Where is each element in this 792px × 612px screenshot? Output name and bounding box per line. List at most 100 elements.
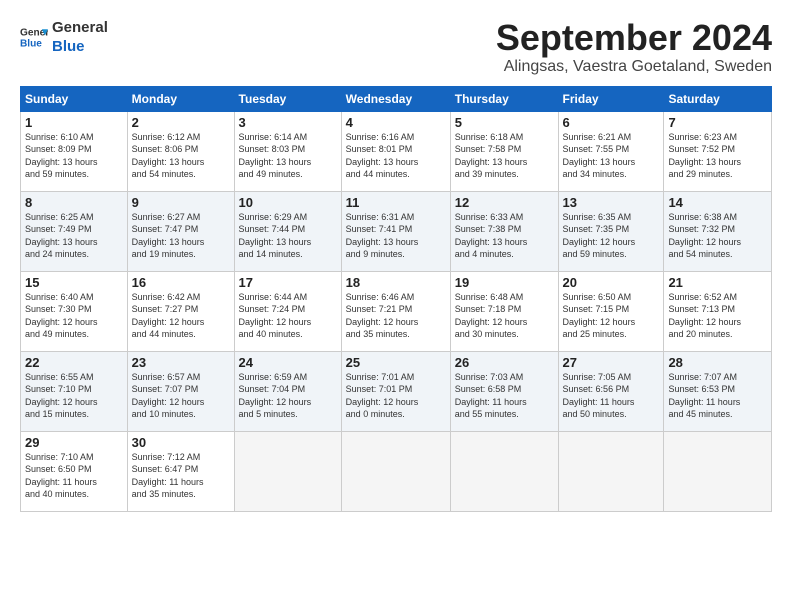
day-number: 1 <box>25 115 123 130</box>
day-number: 14 <box>668 195 767 210</box>
location: Alingsas, Vaestra Goetaland, Sweden <box>496 58 772 76</box>
calendar-cell: 7Sunrise: 6:23 AM Sunset: 7:52 PM Daylig… <box>664 111 772 191</box>
day-info: Sunrise: 7:07 AM Sunset: 6:53 PM Dayligh… <box>668 371 767 421</box>
page: General Blue General Blue September 2024… <box>0 0 792 612</box>
day-number: 11 <box>346 195 446 210</box>
day-number: 19 <box>455 275 554 290</box>
day-number: 24 <box>239 355 337 370</box>
logo: General Blue General Blue <box>20 18 108 56</box>
calendar-week-row: 29Sunrise: 7:10 AM Sunset: 6:50 PM Dayli… <box>21 431 772 511</box>
day-number: 10 <box>239 195 337 210</box>
day-number: 20 <box>563 275 660 290</box>
day-info: Sunrise: 6:33 AM Sunset: 7:38 PM Dayligh… <box>455 211 554 261</box>
weekday-header-row: Sunday Monday Tuesday Wednesday Thursday… <box>21 86 772 111</box>
logo-icon: General Blue <box>20 23 48 51</box>
day-number: 30 <box>132 435 230 450</box>
calendar-cell: 20Sunrise: 6:50 AM Sunset: 7:15 PM Dayli… <box>558 271 664 351</box>
day-info: Sunrise: 6:46 AM Sunset: 7:21 PM Dayligh… <box>346 291 446 341</box>
header-monday: Monday <box>127 86 234 111</box>
day-info: Sunrise: 6:57 AM Sunset: 7:07 PM Dayligh… <box>132 371 230 421</box>
day-info: Sunrise: 6:10 AM Sunset: 8:09 PM Dayligh… <box>25 131 123 181</box>
calendar-cell: 29Sunrise: 7:10 AM Sunset: 6:50 PM Dayli… <box>21 431 128 511</box>
day-info: Sunrise: 7:01 AM Sunset: 7:01 PM Dayligh… <box>346 371 446 421</box>
calendar-cell <box>664 431 772 511</box>
day-info: Sunrise: 6:50 AM Sunset: 7:15 PM Dayligh… <box>563 291 660 341</box>
day-number: 9 <box>132 195 230 210</box>
calendar-cell <box>558 431 664 511</box>
day-info: Sunrise: 6:25 AM Sunset: 7:49 PM Dayligh… <box>25 211 123 261</box>
calendar-week-row: 1Sunrise: 6:10 AM Sunset: 8:09 PM Daylig… <box>21 111 772 191</box>
day-number: 26 <box>455 355 554 370</box>
day-number: 4 <box>346 115 446 130</box>
calendar-cell: 13Sunrise: 6:35 AM Sunset: 7:35 PM Dayli… <box>558 191 664 271</box>
day-number: 29 <box>25 435 123 450</box>
calendar-cell <box>234 431 341 511</box>
day-info: Sunrise: 6:31 AM Sunset: 7:41 PM Dayligh… <box>346 211 446 261</box>
logo-blue: Blue <box>52 38 85 55</box>
day-number: 12 <box>455 195 554 210</box>
header-friday: Friday <box>558 86 664 111</box>
day-info: Sunrise: 6:44 AM Sunset: 7:24 PM Dayligh… <box>239 291 337 341</box>
day-number: 13 <box>563 195 660 210</box>
calendar-cell: 19Sunrise: 6:48 AM Sunset: 7:18 PM Dayli… <box>450 271 558 351</box>
day-info: Sunrise: 7:03 AM Sunset: 6:58 PM Dayligh… <box>455 371 554 421</box>
title-section: September 2024 Alingsas, Vaestra Goetala… <box>496 18 772 76</box>
day-info: Sunrise: 6:23 AM Sunset: 7:52 PM Dayligh… <box>668 131 767 181</box>
day-info: Sunrise: 7:12 AM Sunset: 6:47 PM Dayligh… <box>132 451 230 501</box>
svg-text:Blue: Blue <box>20 39 42 50</box>
month-title: September 2024 <box>496 18 772 58</box>
calendar-week-row: 8Sunrise: 6:25 AM Sunset: 7:49 PM Daylig… <box>21 191 772 271</box>
calendar-cell: 3Sunrise: 6:14 AM Sunset: 8:03 PM Daylig… <box>234 111 341 191</box>
day-info: Sunrise: 6:35 AM Sunset: 7:35 PM Dayligh… <box>563 211 660 261</box>
calendar-cell: 6Sunrise: 6:21 AM Sunset: 7:55 PM Daylig… <box>558 111 664 191</box>
header-sunday: Sunday <box>21 86 128 111</box>
day-number: 3 <box>239 115 337 130</box>
day-number: 6 <box>563 115 660 130</box>
calendar-cell: 26Sunrise: 7:03 AM Sunset: 6:58 PM Dayli… <box>450 351 558 431</box>
day-number: 18 <box>346 275 446 290</box>
day-number: 17 <box>239 275 337 290</box>
calendar-cell: 18Sunrise: 6:46 AM Sunset: 7:21 PM Dayli… <box>341 271 450 351</box>
calendar-week-row: 22Sunrise: 6:55 AM Sunset: 7:10 PM Dayli… <box>21 351 772 431</box>
logo-general: General <box>52 19 108 36</box>
day-info: Sunrise: 6:21 AM Sunset: 7:55 PM Dayligh… <box>563 131 660 181</box>
day-info: Sunrise: 6:42 AM Sunset: 7:27 PM Dayligh… <box>132 291 230 341</box>
calendar-cell: 8Sunrise: 6:25 AM Sunset: 7:49 PM Daylig… <box>21 191 128 271</box>
day-number: 8 <box>25 195 123 210</box>
day-info: Sunrise: 6:48 AM Sunset: 7:18 PM Dayligh… <box>455 291 554 341</box>
day-info: Sunrise: 6:29 AM Sunset: 7:44 PM Dayligh… <box>239 211 337 261</box>
calendar-cell: 11Sunrise: 6:31 AM Sunset: 7:41 PM Dayli… <box>341 191 450 271</box>
calendar-cell: 25Sunrise: 7:01 AM Sunset: 7:01 PM Dayli… <box>341 351 450 431</box>
header-tuesday: Tuesday <box>234 86 341 111</box>
calendar-cell: 5Sunrise: 6:18 AM Sunset: 7:58 PM Daylig… <box>450 111 558 191</box>
calendar-cell: 17Sunrise: 6:44 AM Sunset: 7:24 PM Dayli… <box>234 271 341 351</box>
calendar-cell: 22Sunrise: 6:55 AM Sunset: 7:10 PM Dayli… <box>21 351 128 431</box>
day-number: 27 <box>563 355 660 370</box>
day-number: 15 <box>25 275 123 290</box>
day-info: Sunrise: 7:10 AM Sunset: 6:50 PM Dayligh… <box>25 451 123 501</box>
calendar-cell: 16Sunrise: 6:42 AM Sunset: 7:27 PM Dayli… <box>127 271 234 351</box>
calendar-cell: 23Sunrise: 6:57 AM Sunset: 7:07 PM Dayli… <box>127 351 234 431</box>
day-info: Sunrise: 6:14 AM Sunset: 8:03 PM Dayligh… <box>239 131 337 181</box>
day-info: Sunrise: 6:18 AM Sunset: 7:58 PM Dayligh… <box>455 131 554 181</box>
calendar-cell: 1Sunrise: 6:10 AM Sunset: 8:09 PM Daylig… <box>21 111 128 191</box>
day-info: Sunrise: 6:52 AM Sunset: 7:13 PM Dayligh… <box>668 291 767 341</box>
day-number: 5 <box>455 115 554 130</box>
calendar-cell: 12Sunrise: 6:33 AM Sunset: 7:38 PM Dayli… <box>450 191 558 271</box>
day-number: 28 <box>668 355 767 370</box>
calendar-cell: 2Sunrise: 6:12 AM Sunset: 8:06 PM Daylig… <box>127 111 234 191</box>
calendar-cell: 24Sunrise: 6:59 AM Sunset: 7:04 PM Dayli… <box>234 351 341 431</box>
day-info: Sunrise: 6:55 AM Sunset: 7:10 PM Dayligh… <box>25 371 123 421</box>
day-number: 7 <box>668 115 767 130</box>
header-wednesday: Wednesday <box>341 86 450 111</box>
calendar-cell: 15Sunrise: 6:40 AM Sunset: 7:30 PM Dayli… <box>21 271 128 351</box>
day-info: Sunrise: 6:16 AM Sunset: 8:01 PM Dayligh… <box>346 131 446 181</box>
calendar-cell: 4Sunrise: 6:16 AM Sunset: 8:01 PM Daylig… <box>341 111 450 191</box>
day-info: Sunrise: 6:12 AM Sunset: 8:06 PM Dayligh… <box>132 131 230 181</box>
day-info: Sunrise: 6:38 AM Sunset: 7:32 PM Dayligh… <box>668 211 767 261</box>
calendar-cell: 10Sunrise: 6:29 AM Sunset: 7:44 PM Dayli… <box>234 191 341 271</box>
day-info: Sunrise: 6:40 AM Sunset: 7:30 PM Dayligh… <box>25 291 123 341</box>
calendar-cell: 21Sunrise: 6:52 AM Sunset: 7:13 PM Dayli… <box>664 271 772 351</box>
calendar-week-row: 15Sunrise: 6:40 AM Sunset: 7:30 PM Dayli… <box>21 271 772 351</box>
calendar-cell <box>450 431 558 511</box>
